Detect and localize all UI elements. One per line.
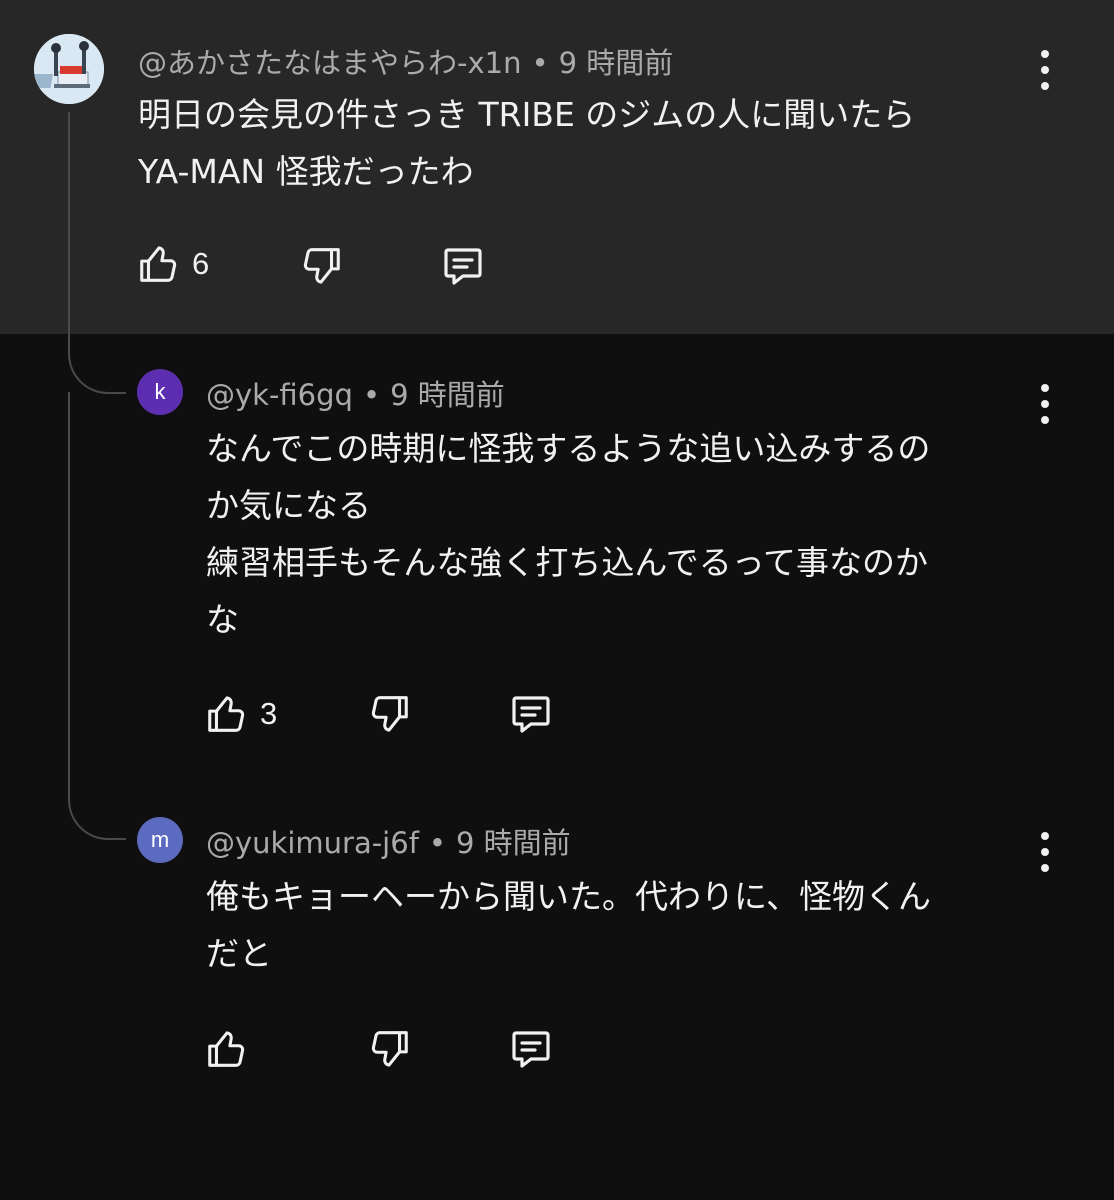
like-button[interactable]: 3: [204, 690, 277, 738]
thread-connector-curve-1: [68, 350, 126, 394]
avatar[interactable]: m: [137, 817, 183, 863]
dislike-icon: [303, 248, 340, 284]
reply-button[interactable]: [438, 242, 488, 290]
like-count: 3: [260, 696, 278, 731]
meta-separator: •: [362, 378, 381, 412]
thread-connector-line-2: [68, 392, 70, 800]
comment-meta: @あかさたなはまやらわ-x1n • 9 時間前: [138, 40, 673, 82]
reply-icon: [444, 248, 482, 285]
comments-thread: @あかさたなはまやらわ-x1n • 9 時間前 明日の会見の件さっき TRIBE の…: [0, 0, 1114, 1200]
avatar[interactable]: k: [137, 369, 183, 415]
like-icon: [208, 1031, 245, 1067]
more-vert-icon[interactable]: [1039, 832, 1051, 872]
thread-connector-curve-2: [68, 796, 126, 840]
like-button[interactable]: [204, 1025, 250, 1073]
like-icon: [140, 246, 177, 282]
reply-icon: [512, 1031, 550, 1068]
comment-timestamp[interactable]: 9 時間前: [456, 826, 571, 860]
comment-text: 明日の会見の件さっき TRIBE のジムの人に聞いたら YA-MAN 怪我だった…: [138, 95, 916, 191]
comment-timestamp[interactable]: 9 時間前: [390, 378, 505, 412]
dislike-button[interactable]: [298, 242, 344, 290]
comment-timestamp[interactable]: 9 時間前: [559, 46, 674, 80]
dislike-button[interactable]: [366, 690, 412, 738]
comment-meta: @yk-fi6gq • 9 時間前: [206, 372, 505, 414]
more-vert-icon[interactable]: [1039, 50, 1051, 90]
gym-illustration-icon: [34, 34, 104, 104]
meta-separator: •: [428, 826, 447, 860]
more-vert-icon[interactable]: [1039, 384, 1051, 424]
reply-button[interactable]: [506, 1025, 556, 1073]
like-count: 6: [192, 246, 210, 281]
reply-icon: [512, 696, 550, 733]
avatar-initial: k: [154, 379, 166, 404]
like-button[interactable]: 6: [136, 240, 209, 288]
avatar[interactable]: [34, 34, 104, 104]
comment-text: 俺もキョーヘーから聞いた。代わりに、怪物くん だと: [206, 877, 932, 973]
dislike-button[interactable]: [366, 1025, 412, 1073]
comment-author[interactable]: @yk-fi6gq: [206, 378, 353, 412]
reply-button[interactable]: [506, 690, 556, 738]
comment-meta: @yukimura-j6f • 9 時間前: [206, 820, 571, 862]
dislike-icon: [371, 696, 408, 732]
comment-author[interactable]: @yukimura-j6f: [206, 826, 419, 860]
meta-separator: •: [531, 46, 549, 80]
comment-text: なんでこの時期に怪我するような追い込みするの か気になる 練習相手もそんな強く打…: [206, 429, 931, 639]
thread-connector-line: [68, 112, 70, 352]
dislike-icon: [371, 1031, 408, 1067]
comment-author[interactable]: @あかさたなはまやらわ-x1n: [138, 46, 521, 80]
avatar-initial: m: [150, 827, 170, 852]
like-icon: [208, 696, 245, 732]
